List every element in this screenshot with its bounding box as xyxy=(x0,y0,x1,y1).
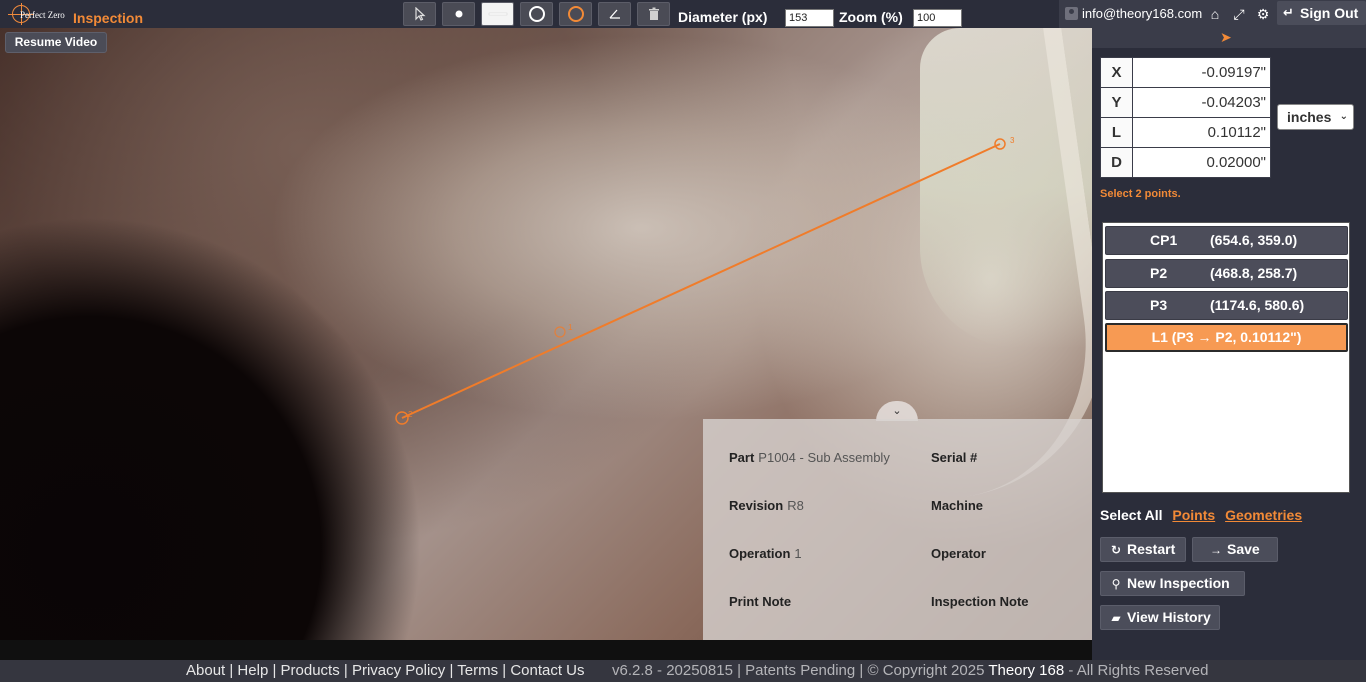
operator-field: Operator xyxy=(931,546,986,561)
measured-line[interactable] xyxy=(401,143,1001,419)
feature-item-cp1[interactable]: CP1 (654.6, 359.0) xyxy=(1105,226,1348,255)
measurement-readout: X -0.09197" Y -0.04203" L 0.10112" D 0.02000… xyxy=(1100,57,1271,178)
part-info-panel: Part P1004 - Sub Assembly Serial # Revisi… xyxy=(703,419,1092,640)
feature-item-p2[interactable]: P2 (468.8, 258.7) xyxy=(1105,259,1348,288)
selection-hint: Select 2 points. xyxy=(1100,188,1181,200)
inspection-note-field: Inspection Note xyxy=(931,594,1029,609)
user-area: info@theory168.com ⌂ ⤢ ⚙ ↵ Sign Out xyxy=(1059,0,1366,28)
folder-icon: ▰ xyxy=(1111,611,1121,625)
view-history-button[interactable]: ▰ View History xyxy=(1100,605,1220,630)
readout-row-x: X -0.09197" xyxy=(1100,57,1271,88)
delete-tool-button[interactable] xyxy=(637,2,670,26)
footer: About | Help | Products | Privacy Policy… xyxy=(0,660,1366,682)
app-title: Inspection xyxy=(73,10,144,26)
search-icon: ⚲ xyxy=(1111,577,1121,591)
cursor-icon xyxy=(414,7,426,21)
line-tool-button[interactable] xyxy=(481,2,514,26)
inspection-app: Perfect Zero Inspection Diameter (px) 15… xyxy=(0,0,1366,682)
dot-icon xyxy=(455,10,462,18)
serial-field: Serial # xyxy=(931,450,978,465)
perfect-zero-logo: Perfect Zero xyxy=(6,3,70,25)
feature-item-l1[interactable]: L1 (P3 → P2, 0.10112") xyxy=(1105,323,1348,352)
part-field: Part P1004 - Sub Assembly xyxy=(729,450,890,465)
zoom-input[interactable]: 100 xyxy=(913,9,962,27)
footer-copyright: v6.2.8 - 20250815 | Patents Pending | © … xyxy=(612,662,1209,679)
readout-row-l: L 0.10112" xyxy=(1100,117,1271,148)
save-button[interactable]: → Save xyxy=(1192,537,1278,562)
selection-filter: Select All Points Geometries xyxy=(1100,507,1302,523)
circle-tool-button[interactable] xyxy=(520,2,553,26)
angle-icon xyxy=(609,9,620,19)
angle-tool-button[interactable] xyxy=(598,2,631,26)
machine-field: Machine xyxy=(931,498,984,513)
pointer-tool-button[interactable] xyxy=(403,2,436,26)
readout-row-y: Y -0.04203" xyxy=(1100,87,1271,118)
sign-out-icon: ↵ xyxy=(1283,5,1294,20)
readout-row-d: D 0.02000" xyxy=(1100,147,1271,178)
arc-tool-button[interactable] xyxy=(559,2,592,26)
point-1-marker[interactable] xyxy=(554,326,566,338)
point-tool-button[interactable] xyxy=(442,2,475,26)
revision-field: Revision R8 xyxy=(729,498,804,513)
gear-icon[interactable]: ⚙ xyxy=(1254,5,1272,23)
orange-circle-icon xyxy=(567,6,584,22)
new-inspection-button[interactable]: ⚲ New Inspection xyxy=(1100,571,1245,596)
restart-icon: ↻ xyxy=(1110,543,1122,557)
diameter-label: Diameter (px) xyxy=(678,9,768,25)
arrow-right-icon: → xyxy=(1210,543,1222,557)
geometries-link[interactable]: Geometries xyxy=(1225,507,1302,523)
top-bar: Perfect Zero Inspection Diameter (px) 15… xyxy=(0,0,1366,28)
video-bottom-bar xyxy=(0,640,1092,660)
panel-collapse-bar[interactable]: ➤ xyxy=(1092,28,1366,48)
feature-list: CP1 (654.6, 359.0) P2 (468.8, 258.7) P3 (11… xyxy=(1102,222,1350,493)
points-link[interactable]: Points xyxy=(1172,507,1215,523)
point-3-label: 3 xyxy=(1010,136,1015,145)
footer-links[interactable]: About | Help | Products | Privacy Policy… xyxy=(186,660,585,682)
restart-button[interactable]: ↻ Restart xyxy=(1100,537,1186,562)
trash-icon xyxy=(648,7,659,20)
zoom-label: Zoom (%) xyxy=(839,9,903,25)
diameter-input[interactable]: 153 xyxy=(785,9,834,27)
fullscreen-icon[interactable]: ⤢ xyxy=(1230,5,1248,23)
chevron-right-icon: ➤ xyxy=(1220,29,1232,45)
resume-video-button[interactable]: Resume Video xyxy=(5,32,107,53)
chevron-down-icon: ⌄ xyxy=(1339,111,1348,122)
operation-field: Operation 1 xyxy=(729,546,802,561)
feature-item-p3[interactable]: P3 (1174.6, 580.6) xyxy=(1105,291,1348,320)
print-note-field: Print Note xyxy=(729,594,792,609)
point-1-label: 1 xyxy=(568,323,573,332)
line-icon xyxy=(488,12,507,16)
home-icon[interactable]: ⌂ xyxy=(1206,5,1224,23)
circle-icon xyxy=(528,6,545,22)
user-icon xyxy=(1065,7,1078,20)
point-2-label: 2 xyxy=(408,410,413,419)
chevron-down-icon: ⌄ xyxy=(892,405,902,417)
select-all-button[interactable]: Select All xyxy=(1100,507,1163,523)
measurement-panel: ➤ X -0.09197" Y -0.04203" L 0.10112" D 0.020… xyxy=(1092,28,1366,660)
sign-out-button[interactable]: ↵ Sign Out xyxy=(1277,1,1366,25)
units-select[interactable]: inches ⌄ xyxy=(1277,104,1354,130)
user-email: info@theory168.com xyxy=(1082,6,1203,21)
